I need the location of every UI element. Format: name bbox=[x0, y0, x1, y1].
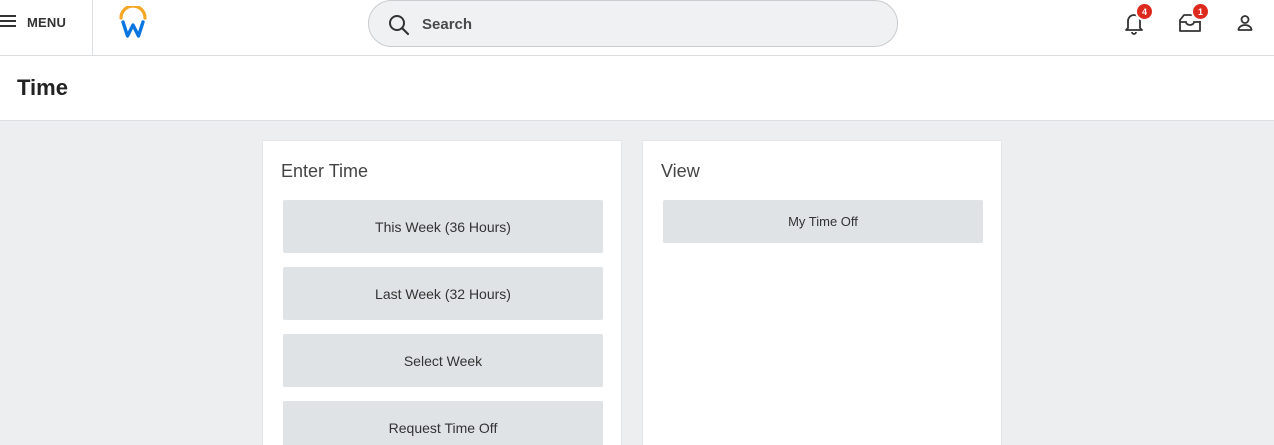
select-week-button[interactable]: Select Week bbox=[283, 334, 603, 387]
my-time-off-button[interactable]: My Time Off bbox=[663, 200, 983, 243]
user-icon bbox=[1237, 15, 1253, 31]
enter-time-title: Enter Time bbox=[281, 161, 369, 181]
request-time-off-button[interactable]: Request Time Off bbox=[283, 401, 603, 445]
last-week-button[interactable]: Last Week (32 Hours) bbox=[283, 267, 603, 320]
search-icon bbox=[389, 15, 410, 36]
view-title: View bbox=[661, 161, 700, 181]
hamburger-icon bbox=[0, 15, 16, 27]
notifications-badge: 4 bbox=[1135, 2, 1154, 21]
inbox-button[interactable]: 1 bbox=[1177, 2, 1210, 36]
page-title: Time bbox=[17, 75, 68, 100]
search-placeholder: Search bbox=[422, 16, 473, 33]
profile-button[interactable] bbox=[1234, 12, 1260, 38]
search-input[interactable]: Search bbox=[368, 0, 898, 47]
workday-logo[interactable] bbox=[117, 4, 149, 40]
page-header: Time bbox=[0, 56, 1274, 121]
header-divider bbox=[92, 0, 93, 55]
inbox-badge: 1 bbox=[1191, 2, 1210, 21]
view-card: View My Time Off bbox=[642, 140, 1002, 445]
this-week-button[interactable]: This Week (36 Hours) bbox=[283, 200, 603, 253]
menu-button[interactable]: MENU bbox=[0, 0, 92, 46]
menu-label: MENU bbox=[27, 15, 67, 30]
enter-time-card: Enter Time This Week (36 Hours) Last Wee… bbox=[262, 140, 622, 445]
top-bar: MENU Search 4 1 bbox=[0, 0, 1274, 56]
notifications-button[interactable]: 4 bbox=[1121, 2, 1154, 36]
